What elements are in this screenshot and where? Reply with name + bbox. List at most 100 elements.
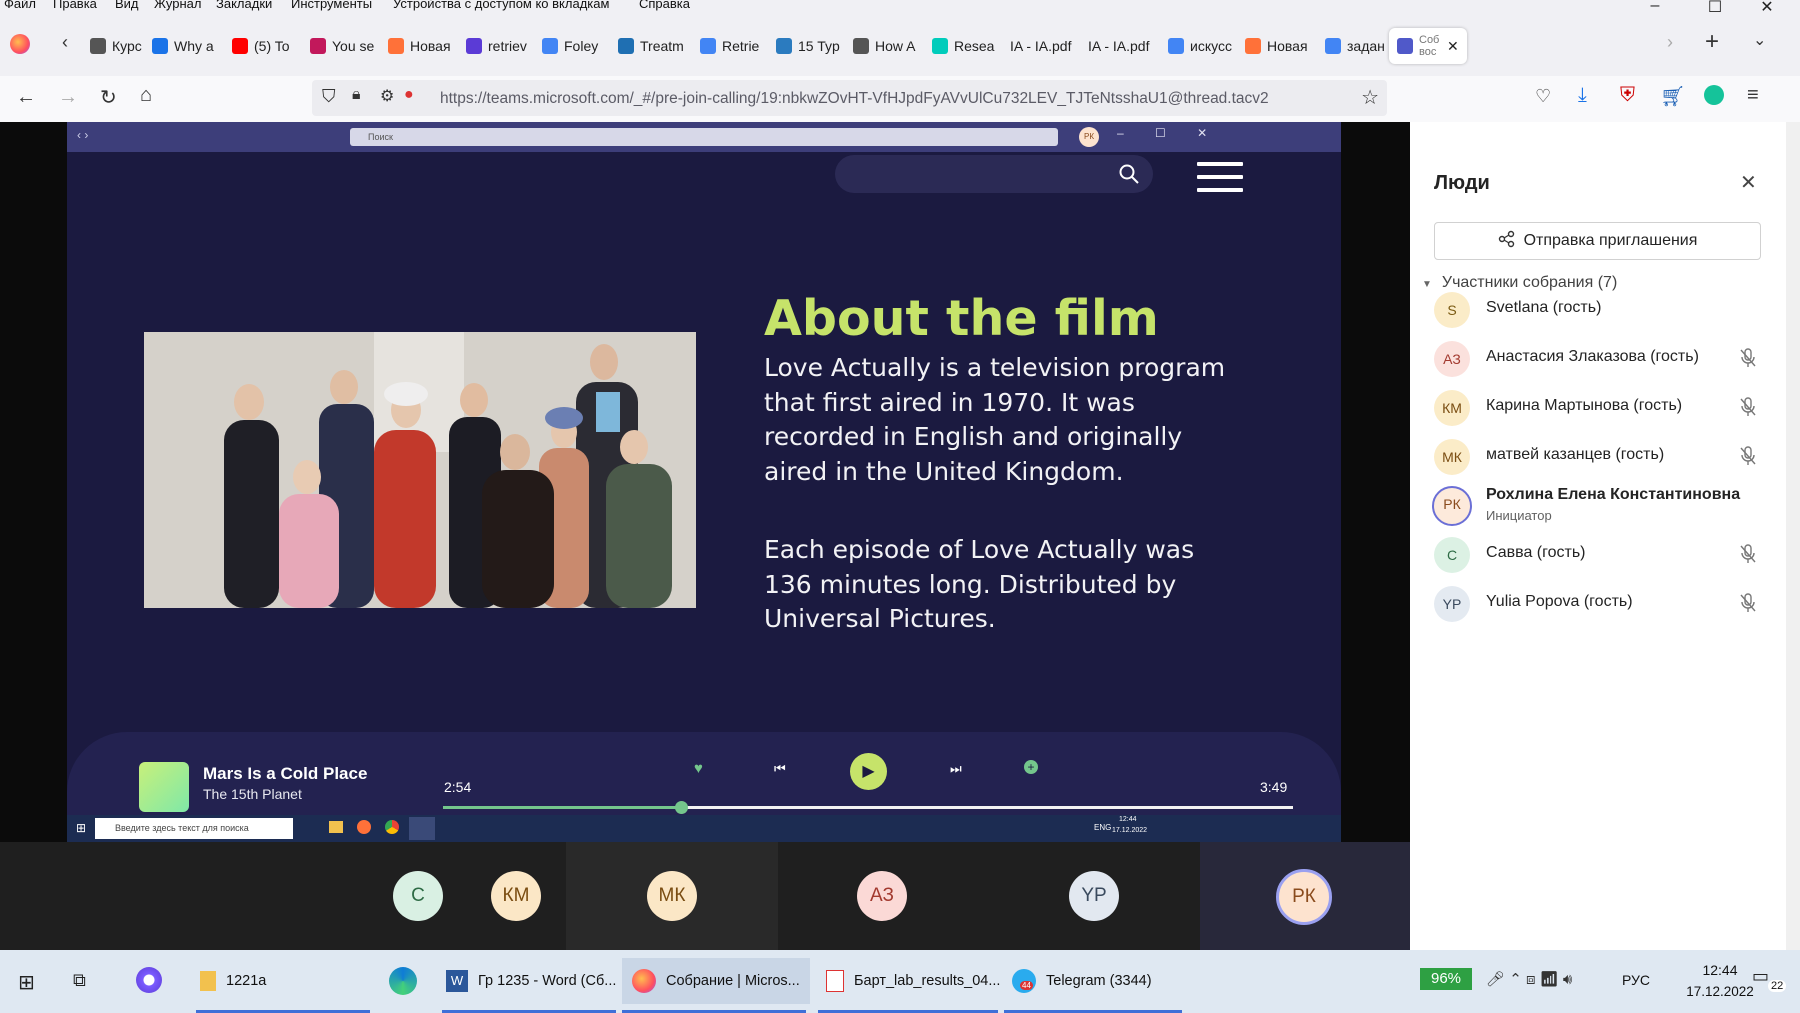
tab-label: Курс (112, 38, 142, 54)
new-tab-icon[interactable]: + (1705, 28, 1719, 56)
home-icon[interactable]: ⌂ (140, 84, 152, 107)
browser-tab[interactable]: Соб вос ✕ (1389, 28, 1467, 64)
participant-role: Инициатор (1486, 508, 1552, 523)
permissions-icon[interactable]: ⚙ (380, 86, 394, 106)
cart-icon[interactable]: 🛒︎ (1660, 84, 1685, 109)
slide-paragraph-1: Love Actually is a television program th… (764, 353, 1226, 486)
tab-favicon-icon (466, 38, 482, 54)
browser-tab[interactable]: Новая (1245, 28, 1317, 64)
participant-row[interactable]: YP Yulia Popova (гость) (1434, 580, 1764, 636)
grammarly-icon[interactable] (1704, 85, 1724, 105)
browser-tab[interactable]: Retrie (700, 28, 772, 64)
shared-window-controls: – ☐ ✕ (1117, 126, 1222, 140)
menu-edit[interactable]: Правка (53, 0, 97, 11)
muted-microphone-icon (1740, 397, 1756, 416)
taskbar-item-telegram[interactable]: 44 Telegram (3344) (1012, 958, 1152, 1004)
task-view-icon[interactable]: ⧉ (73, 970, 86, 991)
participant-row[interactable]: КМ Карина Мартынова (гость) (1434, 384, 1764, 440)
taskbar-item-word[interactable]: W Гр 1235 - Word (Сб... (446, 958, 616, 1004)
tab-favicon-icon (776, 38, 792, 54)
muted-microphone-icon (1740, 544, 1756, 563)
tab-scroll-left-icon[interactable]: ‹ (62, 32, 68, 53)
app-menu-icon[interactable]: ≡ (1747, 84, 1759, 107)
tab-scroll-right-icon[interactable]: › (1667, 32, 1673, 53)
battery-indicator[interactable]: 96% (1420, 968, 1472, 990)
pocket-icon[interactable]: ♡ (1535, 86, 1551, 107)
participant-tile[interactable]: АЗ (778, 842, 990, 950)
participant-tile[interactable]: YP (990, 842, 1200, 950)
taskbar-item-firefox[interactable]: Собрание | Micros... (622, 958, 810, 1004)
input-language[interactable]: РУС (1622, 972, 1650, 988)
address-bar[interactable]: ⛉ 🔒︎ ⚙ ● https://teams.microsoft.com/_#/… (312, 80, 1387, 116)
bookmark-star-icon[interactable]: ☆ (1361, 85, 1379, 110)
tray-icons[interactable]: 🎤︎ ⌃ ⧈ 📶︎ 🔊︎ (1486, 970, 1572, 988)
browser-tab[interactable]: (5) To (232, 28, 304, 64)
browser-tab[interactable]: How A (853, 28, 925, 64)
participant-row[interactable]: РК Рохлина Елена Константиновна Инициатор (1432, 482, 1764, 538)
browser-tab[interactable]: IA - IA.pdf (1010, 28, 1082, 64)
browser-tab[interactable]: IA - IA.pdf (1088, 28, 1160, 64)
reload-icon[interactable]: ↻ (100, 85, 117, 110)
browser-tab[interactable]: Foley (542, 28, 614, 64)
page-scrollbar[interactable] (1786, 122, 1800, 950)
menu-file[interactable]: Файл (4, 0, 36, 11)
tab-favicon-icon (388, 38, 404, 54)
url-text[interactable]: https://teams.microsoft.com/_#/pre-join-… (440, 90, 1269, 108)
edge-icon[interactable] (389, 967, 417, 995)
menu-synced-tabs[interactable]: Устройства с доступом ко вкладкам (393, 0, 609, 11)
menu-help[interactable]: Справка (639, 0, 690, 11)
menu-history[interactable]: Журнал (154, 0, 201, 11)
browser-tab[interactable]: Resea (932, 28, 1004, 64)
minimize-icon[interactable]: – (1630, 0, 1680, 15)
back-icon[interactable]: ← (16, 86, 36, 109)
shared-chrome-icon (385, 820, 399, 834)
share-invite-button[interactable]: Отправка приглашения (1434, 222, 1761, 260)
alice-assistant-icon[interactable] (136, 967, 162, 993)
browser-tab[interactable]: Treatm (618, 28, 690, 64)
lock-icon[interactable]: 🔒︎ (352, 86, 361, 104)
close-panel-icon[interactable]: ✕ (1740, 170, 1757, 195)
browser-tab[interactable]: 15 Typ (776, 28, 848, 64)
close-tab-icon[interactable]: ✕ (1447, 38, 1459, 55)
browser-tab[interactable]: Why a (152, 28, 224, 64)
browser-tab[interactable]: задан (1325, 28, 1397, 64)
browser-tab[interactable]: искусс (1168, 28, 1240, 64)
elapsed-time: 2:54 (444, 779, 472, 795)
notifications-icon[interactable]: ▭ (1752, 966, 1769, 987)
clock-time[interactable]: 12:44 (1680, 962, 1760, 978)
participant-tile[interactable]: С КМ (0, 842, 566, 950)
browser-tab[interactable]: Новая (388, 28, 460, 64)
share-invite-label: Отправка приглашения (1523, 232, 1698, 249)
next-track-icon: ⏭ (950, 761, 962, 776)
browser-tab[interactable]: You se (310, 28, 382, 64)
menu-view[interactable]: Вид (115, 0, 139, 11)
taskbar-item-label: Telegram (3344) (1046, 973, 1152, 989)
tracking-protection-shield-icon[interactable]: ⛉ (322, 86, 336, 107)
participant-tile[interactable]: МК (566, 842, 778, 950)
participant-tile[interactable]: РК (1200, 842, 1410, 950)
list-all-tabs-icon[interactable]: ⌄ (1753, 30, 1766, 50)
participant-row[interactable]: АЗ Анастасия Злаказова (гость) (1434, 335, 1764, 391)
shared-explorer-icon (329, 821, 343, 833)
taskbar-item-pdf[interactable]: Барт_lab_results_04... (826, 958, 1000, 1004)
menu-bookmarks[interactable]: Закладки (216, 0, 272, 11)
tab-label: Foley (564, 38, 599, 54)
browser-tab[interactable]: retriev (466, 28, 538, 64)
tab-favicon-icon (1245, 38, 1261, 54)
windows-start-icon[interactable]: ⊞ (18, 970, 35, 995)
participant-row[interactable]: МК матвей казанцев (гость) (1434, 433, 1764, 489)
tab-label: задан (1347, 38, 1385, 54)
ublock-icon[interactable]: ⛨ (1620, 84, 1635, 107)
participant-row[interactable]: S Svetlana (гость) (1434, 286, 1764, 342)
menu-tools[interactable]: Инструменты (291, 0, 372, 11)
downloads-icon[interactable]: ⤓ (1578, 84, 1587, 107)
notification-count: 22 (1768, 980, 1787, 992)
participant-row[interactable]: С Савва (гость) (1434, 531, 1764, 587)
forward-icon[interactable]: → (58, 86, 78, 109)
tab-label: IA - IA.pdf (1088, 38, 1150, 54)
firefox-view-icon[interactable] (10, 34, 30, 54)
tab-label: retriev (488, 38, 527, 54)
tab-label: IA - IA.pdf (1010, 38, 1072, 54)
microphone-permission-icon[interactable]: ● (404, 86, 414, 104)
taskbar-item-folder[interactable]: 1221a (200, 958, 266, 1004)
